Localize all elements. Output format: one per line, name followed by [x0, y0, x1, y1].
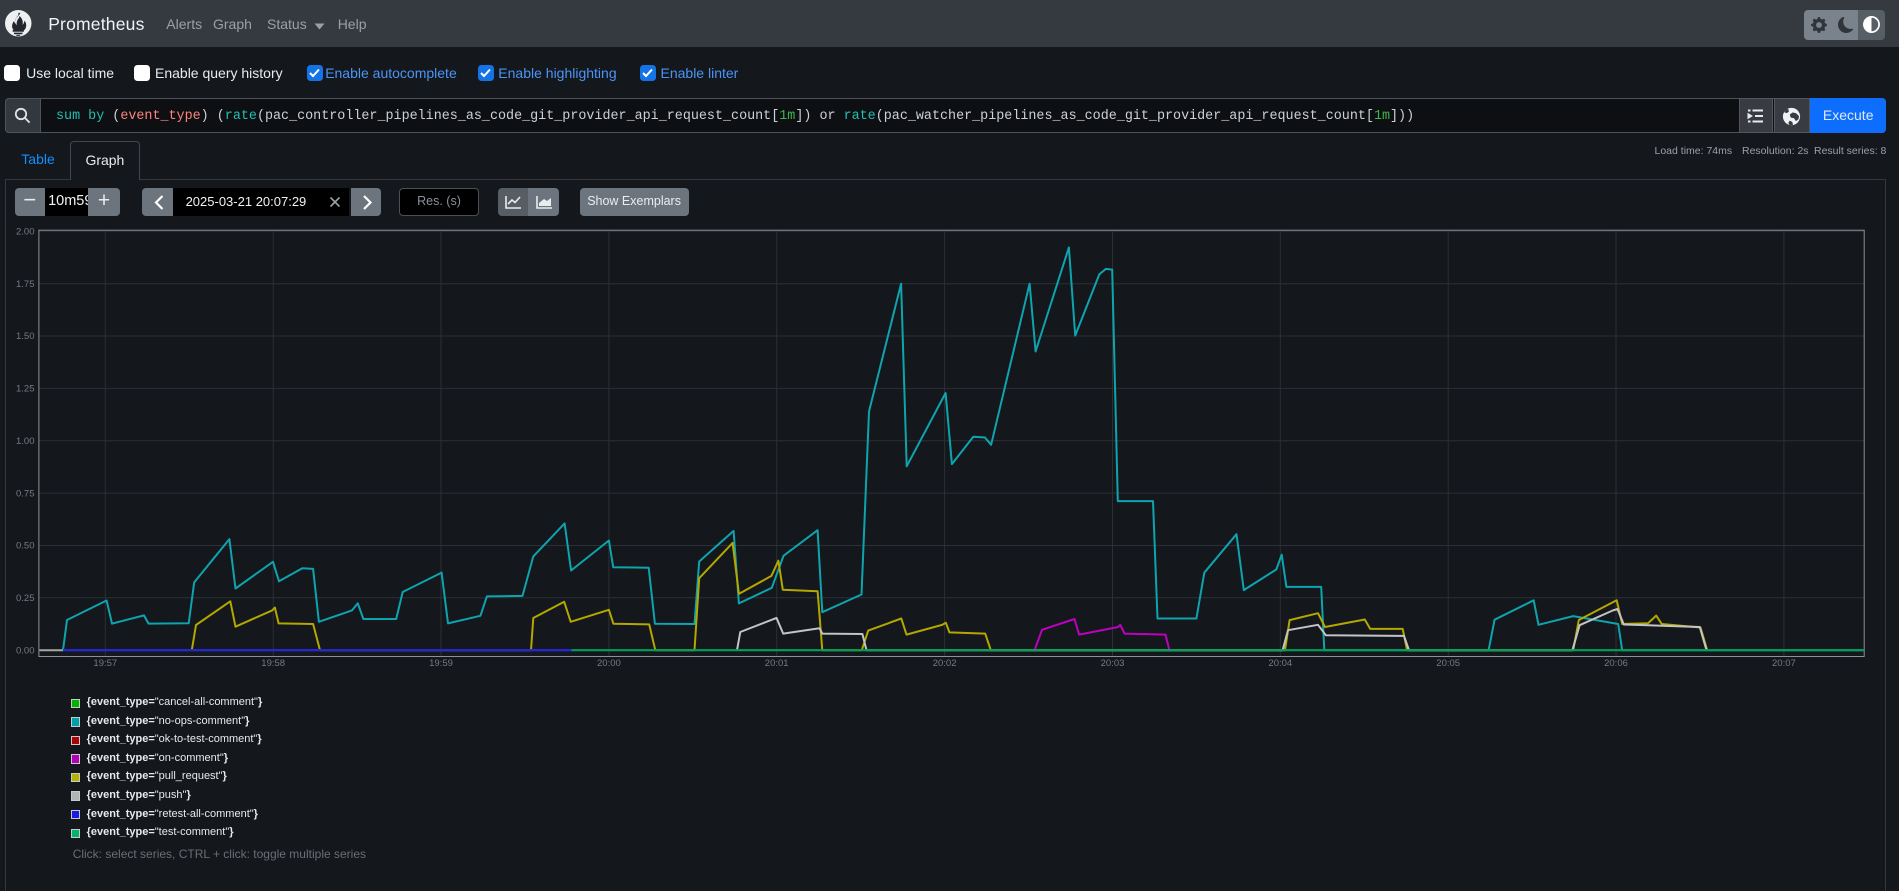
svg-text:19:59: 19:59 [429, 658, 453, 669]
svg-text:20:02: 20:02 [933, 658, 957, 669]
svg-text:1.75: 1.75 [16, 279, 35, 290]
svg-text:0.00: 0.00 [16, 645, 35, 656]
svg-text:2.00: 2.00 [16, 227, 35, 238]
svg-text:20:00: 20:00 [597, 658, 621, 669]
svg-text:20:01: 20:01 [765, 658, 789, 669]
svg-text:0.50: 0.50 [16, 541, 35, 552]
svg-text:1.50: 1.50 [16, 331, 35, 342]
svg-text:19:58: 19:58 [261, 658, 285, 669]
svg-text:0.25: 0.25 [16, 593, 35, 604]
svg-text:1.25: 1.25 [16, 384, 35, 395]
svg-text:20:06: 20:06 [1604, 658, 1628, 669]
svg-text:1.00: 1.00 [16, 436, 35, 447]
svg-text:19:57: 19:57 [93, 658, 117, 669]
svg-text:20:04: 20:04 [1268, 658, 1292, 669]
svg-text:0.75: 0.75 [16, 488, 35, 499]
svg-text:20:05: 20:05 [1436, 658, 1460, 669]
svg-text:20:03: 20:03 [1101, 658, 1125, 669]
svg-text:20:07: 20:07 [1772, 658, 1796, 669]
